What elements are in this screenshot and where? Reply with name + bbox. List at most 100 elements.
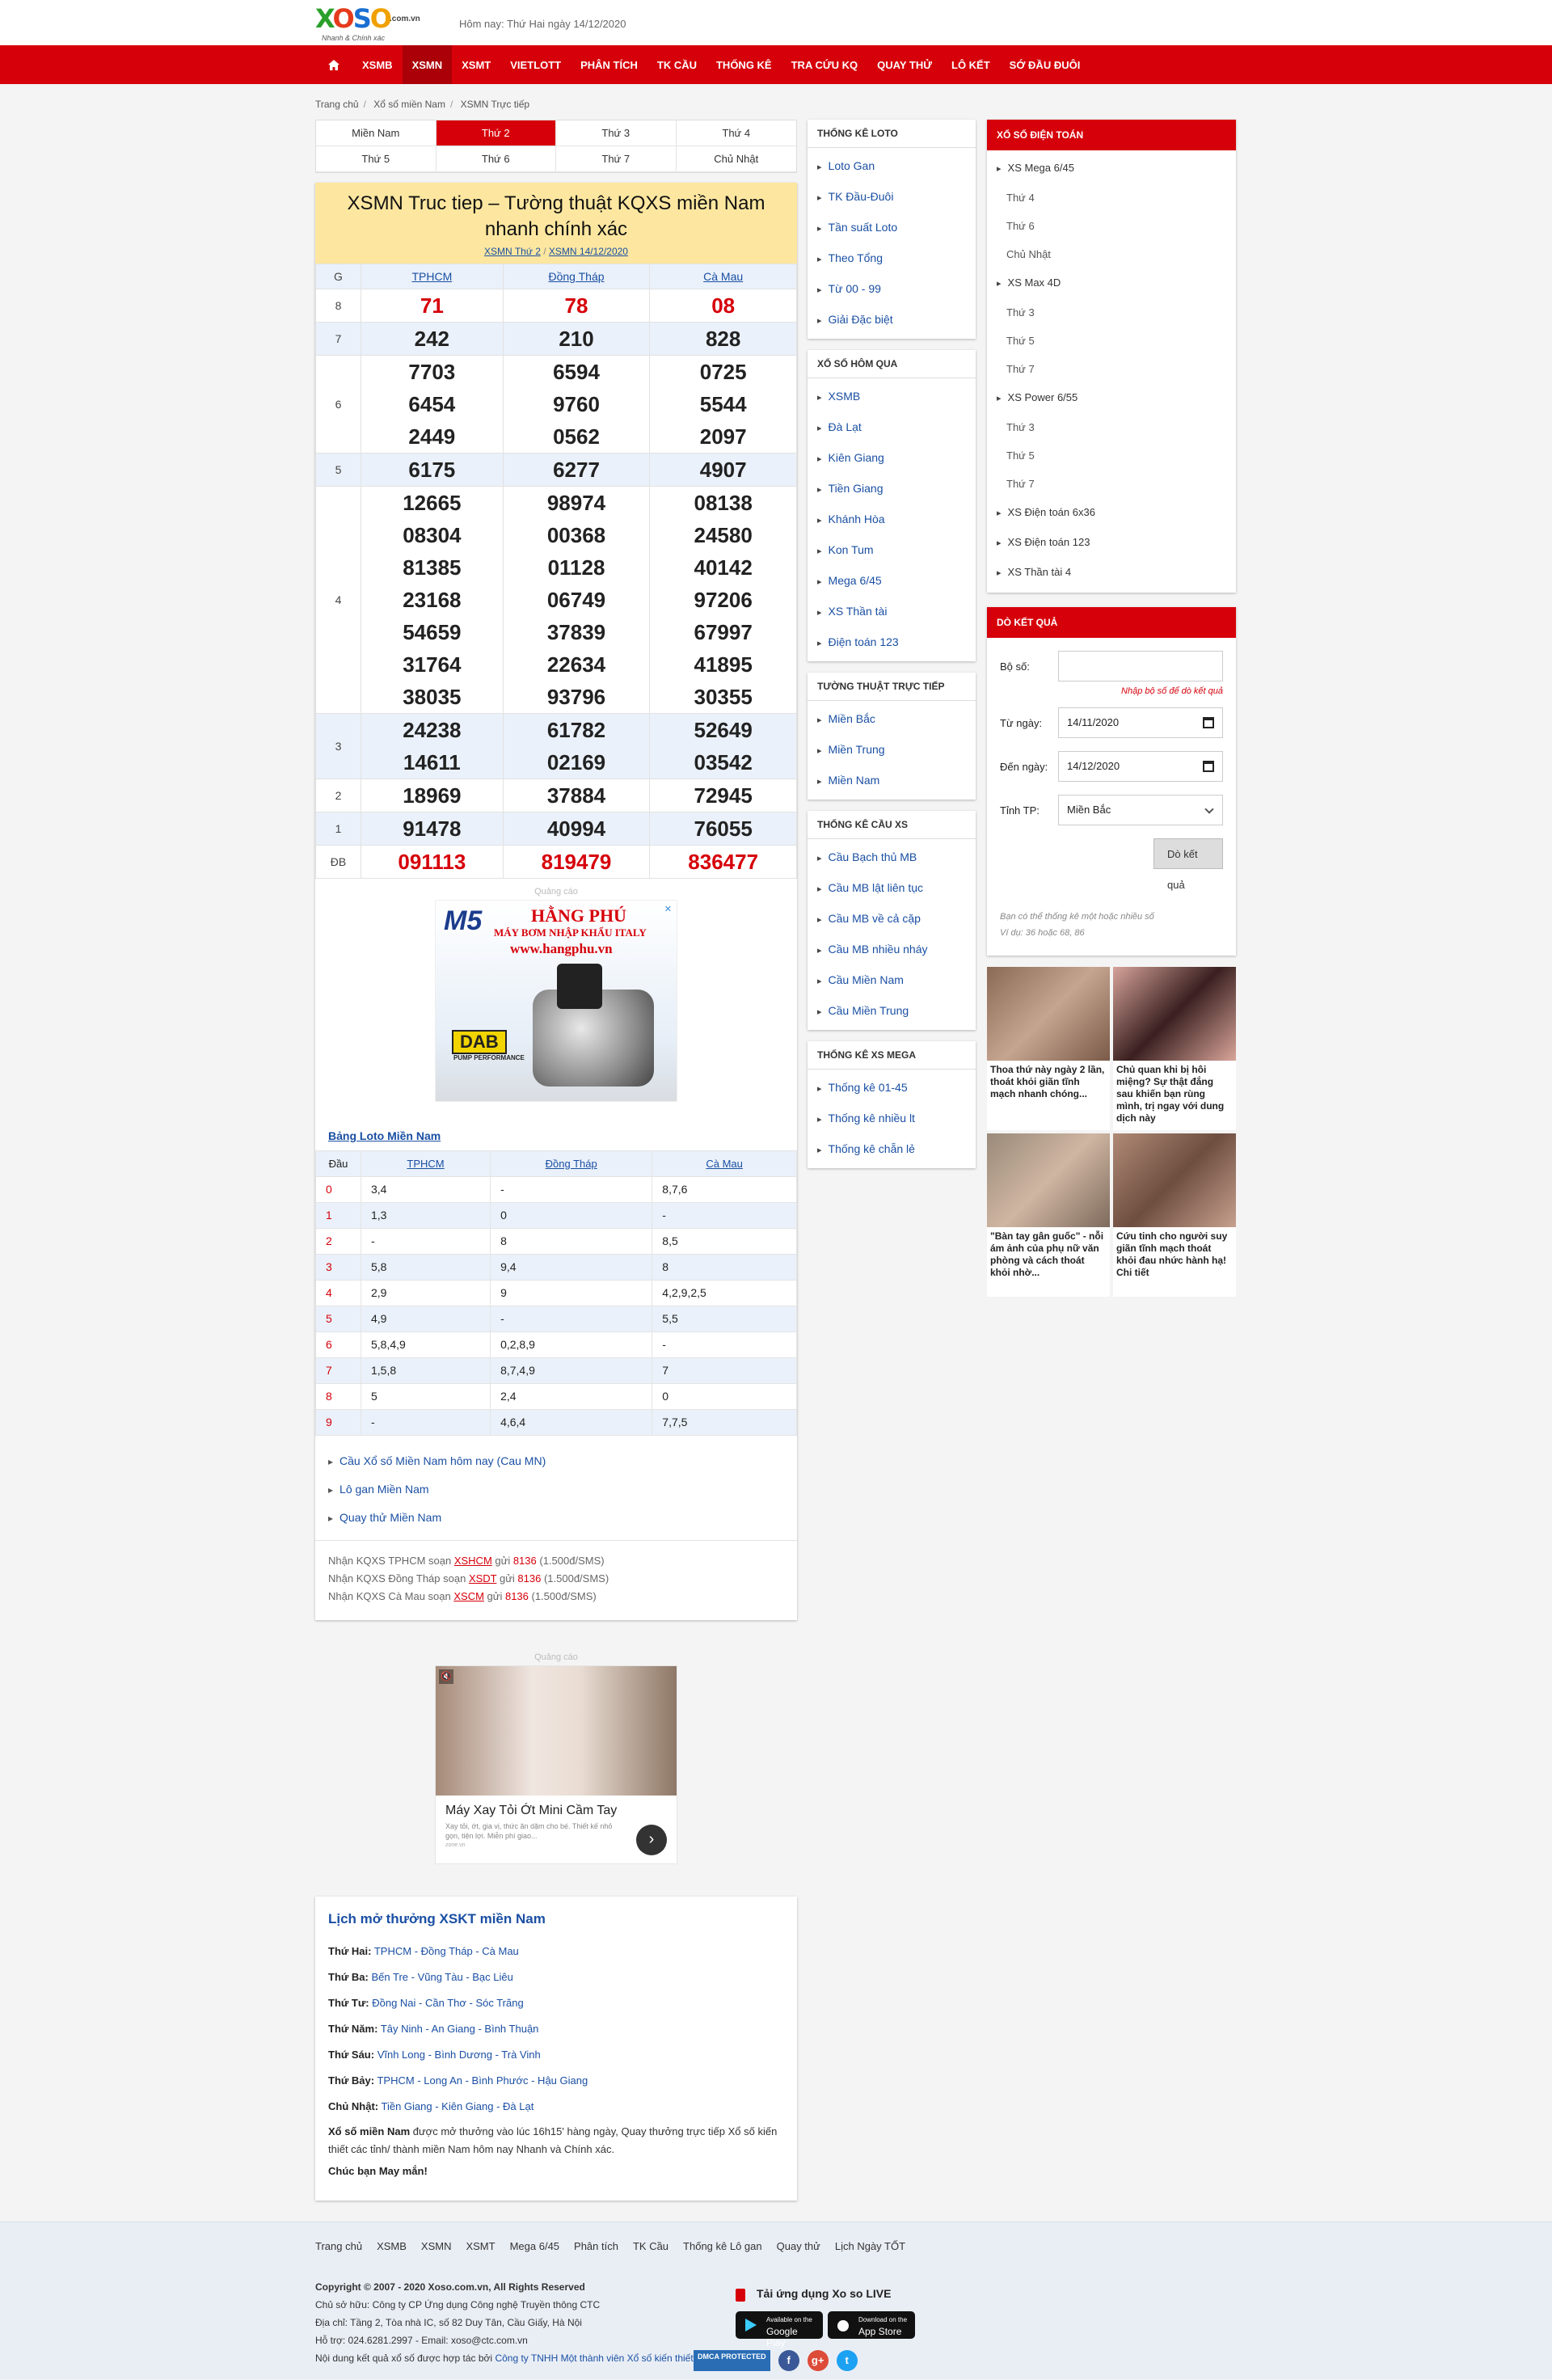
native-ad-card[interactable]: Thoa thứ này ngày 2 lần, thoát khỏi giãn… [987,967,1110,1130]
xsmn-thu2-link[interactable]: XSMN Thứ 2 [484,246,541,257]
sidebar-link[interactable]: Miền Trung [808,735,976,766]
ad-banner-blender[interactable]: Quảng cáo 🔇 Máy Xay Tỏi Ớt Mini Cầm Tay … [315,1652,797,1864]
native-ad-card[interactable]: Chủ quan khi bị hôi miệng? Sự thật đắng … [1113,967,1236,1130]
sidebar-link[interactable]: Loto Gan [808,151,976,182]
province-select[interactable]: Miền Bắc [1058,795,1223,825]
footer-link[interactable]: Phân tích [574,2240,618,2252]
ad2-mute-icon[interactable]: 🔇 [439,1669,453,1684]
related-link[interactable]: Quay thử Miền Nam [328,1504,784,1532]
dientoan-group[interactable]: XS Power 6/55 [987,383,1236,413]
dientoan-day[interactable]: Thứ 3 [987,298,1236,327]
schedule-provinces[interactable]: Vĩnh Long - Bình Dương - Trà Vinh [377,2049,541,2061]
footer-link[interactable]: XSMT [466,2240,495,2252]
footer-link[interactable]: XSMB [377,2240,407,2252]
nav-item-xsmt[interactable]: XSMT [452,45,500,84]
nav-item-thống-kê[interactable]: THỐNG KÊ [706,45,782,84]
schedule-provinces[interactable]: Tây Ninh - An Giang - Bình Thuận [381,2023,539,2035]
schedule-provinces[interactable]: Tiền Giang - Kiên Giang - Đà Lạt [382,2100,534,2112]
xsmn-date-link[interactable]: XSMN 14/12/2020 [549,246,628,257]
loto-province-link[interactable]: Đồng Tháp [546,1158,597,1170]
dientoan-day[interactable]: Thứ 7 [987,470,1236,498]
dientoan-group[interactable]: XS Điện toán 6x36 [987,498,1236,528]
day-tab[interactable]: Thứ 6 [436,146,556,172]
doketqua-button[interactable]: Dò kết quả [1153,838,1223,891]
province-link[interactable]: TPHCM [411,270,452,283]
app-store-button[interactable]: Download on the App Store [828,2310,915,2339]
nav-item-lô-kết[interactable]: LÔ KẾT [942,45,1000,84]
schedule-provinces[interactable]: TPHCM - Long An - Bình Phước - Hậu Giang [377,2074,588,2087]
nav-item-phân-tích[interactable]: PHÂN TÍCH [571,45,647,84]
footer-link[interactable]: Trang chủ [315,2240,362,2252]
from-date-input[interactable]: 14/11/2020 [1058,707,1223,738]
nav-item-sớ-đầu-đuôi[interactable]: SỚ ĐẦU ĐUÔI [1000,45,1090,84]
dientoan-day[interactable]: Thứ 5 [987,327,1236,355]
footer-link[interactable]: TK Cầu [633,2240,668,2252]
sidebar-link[interactable]: Miền Nam [808,766,976,796]
dientoan-day[interactable]: Thứ 3 [987,413,1236,441]
sms-code[interactable]: XSHCM [454,1555,492,1567]
sidebar-link[interactable]: Cầu Miền Trung [808,996,976,1027]
sidebar-link[interactable]: XS Thần tài [808,597,976,627]
nav-item-tk-cầu[interactable]: TK CẦU [647,45,706,84]
sidebar-link[interactable]: Cầu Bạch thủ MB [808,842,976,873]
ad2-card[interactable]: 🔇 Máy Xay Tỏi Ớt Mini Cầm Tay Xay tỏi, ớ… [435,1665,677,1864]
sidebar-link[interactable]: Đà Lạt [808,412,976,443]
dientoan-group[interactable]: XS Mega 6/45 [987,154,1236,184]
ad-image[interactable]: M5 HẰNG PHÚ MÁY BƠM NHẬP KHẨU ITALY www.… [435,900,677,1102]
calendar-icon[interactable] [1203,717,1214,728]
related-link[interactable]: Cầu Xổ số Miền Nam hôm nay (Cau MN) [328,1447,784,1475]
google-plus-icon[interactable]: g+ [807,2349,829,2371]
sidebar-link[interactable]: Khánh Hòa [808,504,976,535]
sidebar-link[interactable]: Kiên Giang [808,443,976,474]
day-tab[interactable]: Chủ Nhật [676,146,796,172]
nav-item-xsmb[interactable]: XSMB [352,45,403,84]
sidebar-link[interactable]: Tiền Giang [808,474,976,504]
loto-province-link[interactable]: Cà Mau [706,1158,743,1170]
sidebar-link[interactable]: Thống kê 01-45 [808,1073,976,1103]
sidebar-link[interactable]: Cầu Miền Nam [808,965,976,996]
sidebar-link[interactable]: Kon Tum [808,535,976,566]
footer-link[interactable]: Thống kê Lô gan [683,2240,762,2252]
dientoan-day[interactable]: Chủ Nhật [987,240,1236,268]
google-play-button[interactable]: Available on the Google Play [736,2310,823,2348]
sms-code[interactable]: XSCM [453,1590,484,1602]
dientoan-day[interactable]: Thứ 7 [987,355,1236,383]
sidebar-link[interactable]: XSMB [808,382,976,412]
sidebar-link[interactable]: Cầu MB nhiều nháy [808,935,976,965]
day-tab[interactable]: Thứ 3 [556,120,677,146]
province-link[interactable]: Đồng Tháp [549,270,605,283]
dientoan-day[interactable]: Thứ 6 [987,212,1236,240]
province-link[interactable]: Cà Mau [703,270,743,283]
nav-item-xsmn[interactable]: XSMN [402,45,453,84]
sidebar-link[interactable]: Mega 6/45 [808,566,976,597]
day-tab[interactable]: Miền Nam [316,120,436,146]
day-tab[interactable]: Thứ 4 [676,120,796,146]
nav-item-vietlott[interactable]: VIETLOTT [500,45,571,84]
footer-link[interactable]: Quay thử [777,2240,820,2252]
day-tab[interactable]: Thứ 7 [556,146,677,172]
sidebar-link[interactable]: TK Đầu-Đuôi [808,182,976,213]
day-tab[interactable]: Thứ 5 [316,146,436,172]
ad-banner-pump[interactable]: Quảng cáo M5 HẰNG PHÚ MÁY BƠM NHẬP KHẨU … [315,879,797,1118]
native-ad-card[interactable]: Cứu tinh cho người suy giãn tĩnh mạch th… [1113,1133,1236,1297]
home-icon[interactable] [315,45,352,84]
dientoan-group[interactable]: XS Max 4D [987,268,1236,298]
sidebar-link[interactable]: Cầu MB lật liên tục [808,873,976,904]
nav-item-tra-cứu-kq[interactable]: TRA CỨU KQ [782,45,868,84]
schedule-provinces[interactable]: Đồng Nai - Cần Thơ - Sóc Trăng [372,1997,523,2009]
nav-item-quay-thử[interactable]: QUAY THỬ [867,45,942,84]
native-ad-card[interactable]: "Bàn tay gân guốc" - nỗi ám ảnh của phụ … [987,1133,1110,1297]
sms-code[interactable]: XSDT [469,1572,496,1585]
dmca-badge[interactable]: DMCA PROTECTED [694,2349,770,2371]
so-input[interactable] [1058,651,1223,682]
breadcrumb-xsmn[interactable]: Xổ số miền Nam [373,99,445,110]
dientoan-day[interactable]: Thứ 5 [987,441,1236,470]
breadcrumb-home[interactable]: Trang chủ [315,99,359,110]
footer-link[interactable]: Lịch Ngày TỐT [835,2240,905,2252]
to-date-input[interactable]: 14/12/2020 [1058,751,1223,782]
day-tab[interactable]: Thứ 2 [436,120,556,146]
footer-link[interactable]: XSMN [421,2240,452,2252]
sidebar-link[interactable]: Theo Tổng [808,243,976,274]
dientoan-day[interactable]: Thứ 4 [987,184,1236,212]
site-logo[interactable]: XOSO .com.vn Nhanh & Chính xác [315,3,428,44]
